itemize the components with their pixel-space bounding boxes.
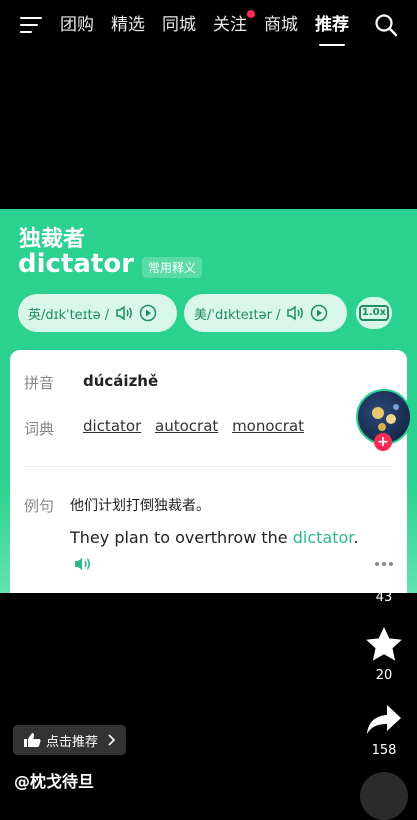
- comment-button[interactable]: 43: [359, 548, 409, 605]
- pronunciation-uk-button[interactable]: 英/dɪkˈteɪtə /: [18, 294, 177, 332]
- dict-word-link[interactable]: dictator: [83, 417, 141, 435]
- notification-dot: [247, 10, 255, 18]
- share-arrow-icon: [367, 705, 401, 734]
- favorite-count: 20: [375, 668, 393, 683]
- dict-word-link[interactable]: autocrat: [155, 417, 218, 435]
- definition-panel: 拼音 dúcáizhě 词典 dictator autocrat monocra…: [10, 350, 407, 593]
- recommend-label: 点击推荐: [46, 734, 99, 750]
- divider: [24, 466, 393, 467]
- speed-label: 1.0x: [358, 305, 390, 321]
- example-english: They plan to overthrow the dictator.: [70, 528, 359, 547]
- play-circle-icon: [139, 304, 157, 322]
- search-icon[interactable]: [374, 13, 398, 37]
- dictionary-words: dictator autocrat monocrat: [83, 417, 313, 435]
- example-highlight-word: dictator: [292, 528, 354, 547]
- feed-tabs: 团购 精选 同城 关注 商城 推荐: [60, 10, 366, 46]
- pronunciation-uk-label: 英/dɪkˈteɪtə /: [28, 307, 110, 323]
- tab-local[interactable]: 同城: [162, 12, 196, 38]
- pronunciation-us-label: 美/ˈdɪkteɪtər /: [194, 307, 281, 323]
- pronunciation-us-button[interactable]: 美/ˈdɪkteɪtər /: [184, 294, 347, 332]
- dictionary-card: 独裁者 dictator 常用释义 英/dɪkˈteɪtə / 美/ˈdɪkte…: [0, 209, 417, 593]
- tab-following[interactable]: 关注: [213, 10, 255, 38]
- menu-icon[interactable]: [20, 16, 42, 34]
- pinyin-value: dúcáizhě: [83, 372, 159, 390]
- playback-speed-button[interactable]: 1.0x: [356, 297, 392, 329]
- recommend-button[interactable]: 点击推荐: [13, 725, 127, 755]
- tab-featured[interactable]: 精选: [111, 12, 145, 38]
- thumbs-up-icon: [24, 733, 41, 747]
- star-icon: [366, 627, 402, 661]
- common-meaning-badge: 常用释义: [142, 257, 203, 278]
- example-label: 例句: [24, 497, 55, 515]
- speaker-icon: [287, 305, 304, 321]
- tab-group-buy[interactable]: 团购: [60, 12, 94, 38]
- speaker-icon: [116, 305, 133, 321]
- tab-recommend[interactable]: 推荐: [315, 12, 349, 46]
- like-button[interactable]: 208: [359, 470, 409, 527]
- favorite-button[interactable]: 20: [359, 626, 409, 683]
- example-chinese: 他们计划打倒独裁者。: [70, 498, 210, 514]
- like-count: 208: [371, 512, 397, 527]
- play-circle-icon: [311, 304, 328, 322]
- word-english: dictator: [18, 249, 135, 279]
- pinyin-label: 拼音: [24, 374, 55, 392]
- top-nav-bar: 团购 精选 同城 关注 商城 推荐: [0, 0, 417, 50]
- share-count: 158: [371, 743, 397, 758]
- example-speaker-icon[interactable]: [73, 556, 93, 572]
- chevron-right-icon: [108, 734, 116, 746]
- dict-word-link[interactable]: monocrat: [232, 417, 304, 435]
- author-name[interactable]: @枕戈待旦: [14, 768, 94, 792]
- share-button[interactable]: 158: [359, 703, 409, 758]
- dictionary-label: 词典: [24, 420, 55, 438]
- comment-icon: [367, 550, 401, 582]
- comment-count: 43: [375, 590, 393, 605]
- tab-mall[interactable]: 商城: [264, 12, 298, 38]
- music-disc-icon[interactable]: [360, 772, 408, 820]
- heart-icon: [366, 471, 402, 504]
- follow-plus-button[interactable]: +: [374, 433, 392, 451]
